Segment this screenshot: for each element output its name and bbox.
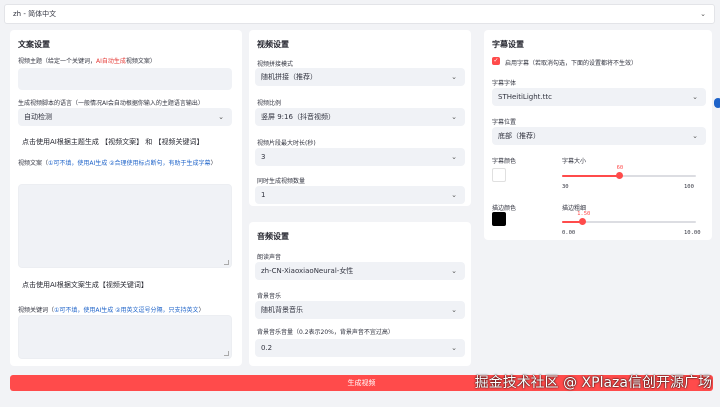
chevron-down-icon: ⌄ (451, 306, 457, 314)
generate-terms-button[interactable]: 点击使用AI根据文案生成【视频关键词】 (22, 280, 148, 290)
font-label: 字幕字体 (492, 80, 517, 87)
font-color-swatch[interactable] (492, 168, 506, 182)
font-size-label: 字幕大小 (562, 158, 587, 165)
video-terms-label: 视频关键词（①可不填，使用AI生成 ②用英文逗号分隔，只支持英文） (18, 307, 205, 314)
bgm-volume-select[interactable]: 0.2 ⌄ (255, 339, 465, 357)
language-value: zh - 简体中文 (13, 10, 57, 18)
chevron-down-icon: ⌄ (451, 73, 457, 81)
chevron-down-icon: ⌄ (451, 191, 457, 199)
chevron-down-icon: ⌄ (692, 93, 698, 101)
sidebar-toggle-handle[interactable] (714, 98, 720, 108)
script-language-select[interactable]: 自动检测 ⌄ (18, 108, 232, 126)
bgm-volume-label: 背景音乐音量（0.2表示20%，背景声音不宜过高） (257, 329, 394, 336)
voice-label: 朗读声音 (257, 254, 282, 261)
video-count-select[interactable]: 1 ⌄ (255, 186, 465, 204)
enable-subtitle-checkbox[interactable]: ✓ (492, 57, 500, 65)
concat-mode-label: 视频拼接模式 (257, 61, 294, 68)
clip-duration-select[interactable]: 3 ⌄ (255, 148, 465, 166)
font-size-min: 30 (562, 184, 569, 190)
video-settings-title: 视频设置 (257, 40, 289, 49)
font-color-label: 字幕颜色 (492, 158, 517, 165)
chevron-down-icon: ⌄ (451, 267, 457, 275)
watermark-text: 掘金技术社区 @ XPlaza信创开源广场 (474, 375, 712, 391)
generate-script-button[interactable]: 点击使用AI根据主题生成 【视频文案】 和 【视频关键词】 (22, 137, 204, 147)
chevron-down-icon: ⌄ (692, 132, 698, 140)
bgm-label: 背景音乐 (257, 293, 282, 300)
audio-settings-title: 音频设置 (257, 232, 289, 241)
stroke-color-label: 描边颜色 (492, 205, 517, 212)
voice-select[interactable]: zh-CN-XiaoxiaoNeural-女性 ⌄ (255, 262, 465, 280)
video-script-textarea[interactable] (18, 184, 232, 268)
chevron-down-icon: ⌄ (700, 10, 706, 18)
subtitle-position-select[interactable]: 底部（推荐） ⌄ (492, 127, 706, 145)
resize-handle-icon (224, 351, 229, 356)
video-subject-label: 视频主题（给定一个关键词，AI自动生成视频文案） (18, 58, 156, 65)
video-subject-input[interactable] (18, 68, 232, 90)
enable-subtitle-label: 启用字幕（若取消勾选，下面的设置都将不生效） (505, 60, 638, 67)
font-select[interactable]: STHeitiLight.ttc ⌄ (492, 88, 706, 106)
chevron-down-icon: ⌄ (451, 113, 457, 121)
clip-duration-label: 视频片段最大时长(秒) (257, 140, 316, 147)
chevron-down-icon: ⌄ (451, 153, 457, 161)
aspect-ratio-select[interactable]: 竖屏 9:16（抖音视频） ⌄ (255, 108, 465, 126)
aspect-ratio-label: 视频比例 (257, 100, 282, 107)
chevron-down-icon: ⌄ (218, 113, 224, 121)
script-language-label: 生成视频脚本的语言（一般情况AI会自动根据你输入的主题语言输出） (18, 100, 204, 107)
stroke-width-min: 0.00 (562, 230, 576, 236)
chevron-down-icon: ⌄ (451, 344, 457, 352)
subtitle-settings-title: 字幕设置 (492, 40, 524, 49)
font-size-value: 60 (616, 165, 624, 171)
stroke-color-swatch[interactable] (492, 212, 506, 226)
resize-handle-icon (224, 260, 229, 265)
subtitle-position-label: 字幕位置 (492, 119, 517, 126)
bgm-select[interactable]: 随机背景音乐 ⌄ (255, 301, 465, 319)
script-settings-title: 文案设置 (18, 40, 50, 49)
font-size-max: 100 (684, 184, 694, 190)
video-count-label: 同时生成视频数量 (257, 178, 306, 185)
stroke-width-thumb[interactable] (578, 218, 586, 225)
stroke-width-max: 10.00 (684, 230, 701, 236)
concat-mode-select[interactable]: 随机拼接（推荐） ⌄ (255, 68, 465, 86)
video-script-label: 视频文案（①可不填，使用AI生成 ②合理使用标点断句，有助于生成字幕） (18, 160, 217, 167)
language-select[interactable]: zh - 简体中文 ⌄ (4, 4, 715, 24)
video-terms-textarea[interactable] (18, 315, 232, 359)
stroke-width-value: 1.50 (577, 211, 591, 217)
font-size-fill (562, 175, 620, 177)
